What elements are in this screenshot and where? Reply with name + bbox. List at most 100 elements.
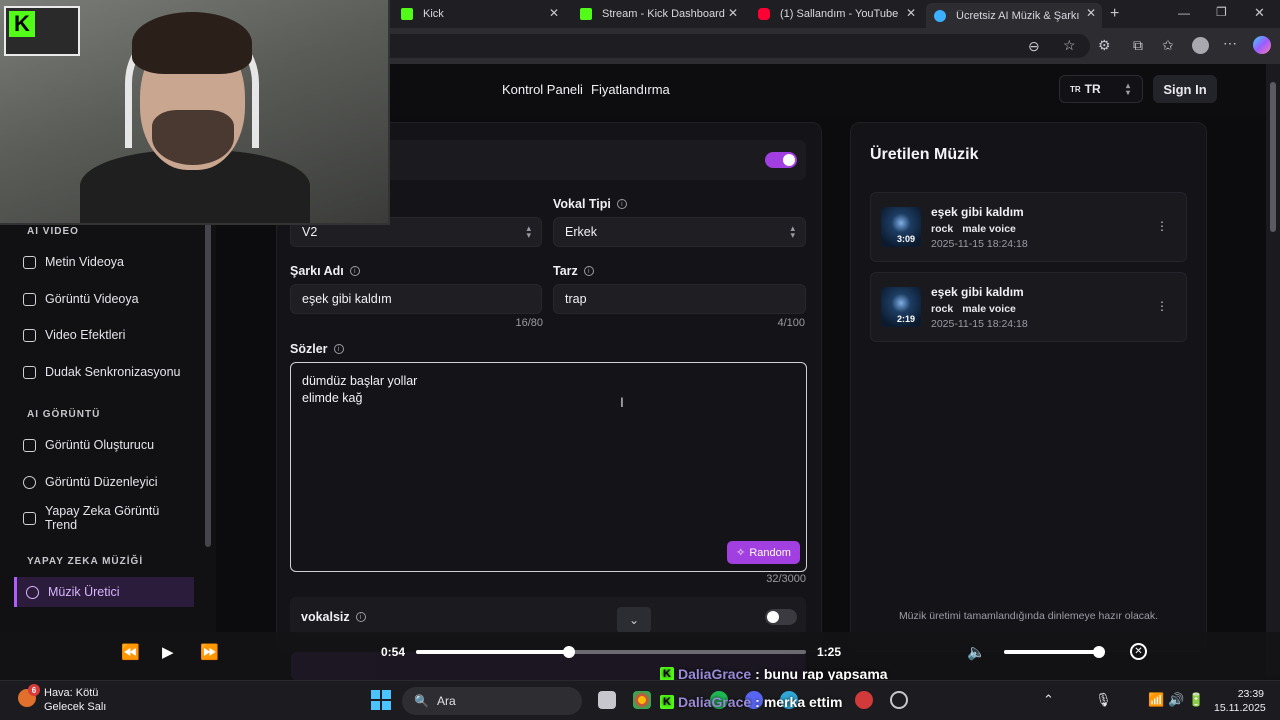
chevron-down-icon[interactable]: ⌄: [617, 607, 651, 633]
advanced-mode-toggle[interactable]: [765, 152, 797, 168]
youtube-icon: [758, 8, 770, 20]
profile-avatar[interactable]: [1192, 37, 1209, 54]
sidebar-item-video-effects[interactable]: Video Efektleri: [14, 320, 194, 350]
tab-kick-dashboard[interactable]: Stream - Kick Dashboard ✕: [572, 3, 744, 25]
instrumental-label: vokalsiz: [301, 610, 350, 624]
nav-dashboard-link[interactable]: Kontrol Paneli: [502, 82, 583, 97]
generated-music-title: Üretilen Müzik: [870, 146, 979, 163]
track-duration: 3:09: [897, 234, 916, 244]
split-screen-icon[interactable]: ⧉: [1133, 37, 1143, 54]
info-icon[interactable]: i: [333, 344, 344, 354]
volume-icon[interactable]: 🔈: [967, 643, 986, 661]
film-icon: [23, 365, 36, 379]
tab-kick[interactable]: Kick ✕: [393, 3, 565, 25]
vocal-type-select[interactable]: Erkek ▴ ▾: [553, 217, 806, 247]
info-icon[interactable]: i: [583, 266, 594, 276]
info-icon[interactable]: i: [616, 199, 627, 209]
new-tab-plus-icon[interactable]: +: [1110, 5, 1119, 23]
info-icon[interactable]: i: [355, 612, 366, 622]
chevron-up-icon[interactable]: ⌃: [1043, 692, 1054, 708]
track-card[interactable]: 2:19 eşek gibi kaldım rock male voice 202…: [870, 272, 1187, 342]
system-clock[interactable]: 23:39 15.11.2025: [1214, 687, 1266, 715]
song-name-input[interactable]: eşek gibi kaldım: [290, 284, 542, 314]
kick-badge-icon: K: [660, 667, 674, 681]
nav-pricing-link[interactable]: Fiyatlandırma: [591, 82, 670, 97]
sidebar-scrollbar[interactable]: [205, 222, 211, 547]
close-icon[interactable]: ✕: [1086, 6, 1096, 20]
lyrics-counter: 32/3000: [766, 573, 806, 585]
close-icon[interactable]: ✕: [549, 6, 559, 20]
sidebar-item-lip-sync[interactable]: Dudak Senkronizasyonu: [14, 357, 194, 387]
tab-youtube[interactable]: (1) Sallandım - YouTube ✕: [750, 3, 922, 25]
url-input[interactable]: [390, 34, 1090, 58]
restore-icon[interactable]: ❐: [1216, 5, 1227, 19]
sidebar-item-image-generator[interactable]: Görüntü Oluşturucu: [14, 430, 194, 460]
sign-in-button[interactable]: Sign In: [1153, 75, 1217, 103]
instrumental-toggle[interactable]: [765, 609, 797, 625]
music-note-icon: [26, 585, 39, 599]
microphone-icon[interactable]: 🎙: [1095, 692, 1112, 708]
generation-note: Müzik üretimi tamamlandığında dinlemeye …: [898, 610, 1159, 622]
text-cursor-icon: I: [620, 394, 624, 410]
info-icon[interactable]: i: [349, 266, 360, 276]
weather-widget[interactable]: 6 Hava: Kötü Gelecek Salı: [18, 684, 106, 714]
window-close-icon[interactable]: ✕: [1254, 5, 1265, 21]
kick-icon: [580, 8, 592, 20]
speaker-icon[interactable]: 🔊: [1168, 692, 1184, 708]
close-player-icon[interactable]: ✕: [1130, 643, 1147, 660]
fast-forward-icon[interactable]: ⏩: [200, 643, 219, 661]
current-time: 0:54: [381, 645, 406, 659]
sidebar-item-image-trend[interactable]: Yapay Zeka Görüntü Trend: [14, 503, 194, 533]
chat-message: K DaliaGrace: merka ettim: [660, 694, 842, 710]
close-icon[interactable]: ✕: [906, 6, 916, 20]
reader-icon[interactable]: ⊖: [1028, 38, 1040, 55]
volume-level: [1004, 650, 1099, 654]
kebab-menu-icon[interactable]: ⋮: [1156, 219, 1168, 233]
settings-icon[interactable]: [890, 691, 908, 709]
image-icon: [23, 292, 36, 306]
page-scrollbar[interactable]: [1266, 64, 1280, 676]
sidebar-item-image-to-video[interactable]: Görüntü Videoya: [14, 284, 194, 314]
volume-handle[interactable]: [1093, 646, 1105, 658]
sidebar-item-music-generator[interactable]: Müzik Üretici: [14, 577, 194, 607]
song-name-label: Şarkı Adı i: [290, 264, 360, 278]
extensions-icon[interactable]: ⚙: [1098, 37, 1111, 54]
sparkle-icon: ✧: [736, 547, 746, 559]
rewind-icon[interactable]: ⏪: [121, 643, 140, 661]
random-lyrics-button[interactable]: ✧ Random: [727, 541, 800, 564]
image-icon: [23, 438, 36, 452]
language-select[interactable]: TR TR ▴ ▾: [1059, 75, 1143, 103]
sidebar-section-ai-image: AI GÖRÜNTÜ: [27, 409, 101, 420]
chrome-icon[interactable]: [633, 691, 651, 709]
wifi-icon[interactable]: 📶: [1148, 692, 1164, 708]
kebab-menu-icon[interactable]: ⋮: [1156, 299, 1168, 313]
track-card[interactable]: 3:09 eşek gibi kaldım rock male voice 202…: [870, 192, 1187, 262]
weather-icon: 6: [18, 684, 40, 707]
task-view-icon[interactable]: [598, 691, 616, 709]
style-counter: 4/100: [777, 317, 805, 329]
song-name-counter: 16/80: [515, 317, 543, 329]
chevron-updown-icon: ▴ ▾: [526, 223, 531, 240]
app-icon[interactable]: [855, 691, 873, 709]
taskbar-search[interactable]: 🔍 Ara: [402, 687, 582, 715]
style-input[interactable]: trap: [553, 284, 806, 314]
track-tags: rock male voice: [931, 303, 1016, 315]
favorites-icon[interactable]: ✩: [1162, 37, 1174, 54]
minimize-icon[interactable]: —: [1178, 6, 1190, 20]
sidebar-item-image-editor[interactable]: Görüntü Düzenleyici: [14, 467, 194, 497]
site-icon: [934, 9, 946, 22]
tab-music-generator[interactable]: Ücretsiz AI Müzik & Şarkı Ür ✕: [926, 3, 1102, 28]
sidebar-item-text-to-video[interactable]: Metin Videoya: [14, 247, 194, 277]
windows-start-icon[interactable]: [371, 690, 391, 710]
copilot-icon[interactable]: [1253, 36, 1271, 54]
seek-handle[interactable]: [562, 646, 575, 658]
close-icon[interactable]: ✕: [728, 6, 738, 20]
palette-icon: [23, 475, 36, 489]
play-icon[interactable]: ▶: [162, 643, 174, 661]
kick-logo: K: [4, 6, 80, 56]
battery-icon[interactable]: 🔋: [1188, 692, 1204, 708]
favorite-star-icon[interactable]: ☆: [1063, 37, 1076, 54]
kick-badge-icon: K: [660, 695, 674, 709]
flag-icon: TR: [1070, 84, 1081, 94]
more-menu-icon[interactable]: ⋯: [1223, 35, 1237, 52]
